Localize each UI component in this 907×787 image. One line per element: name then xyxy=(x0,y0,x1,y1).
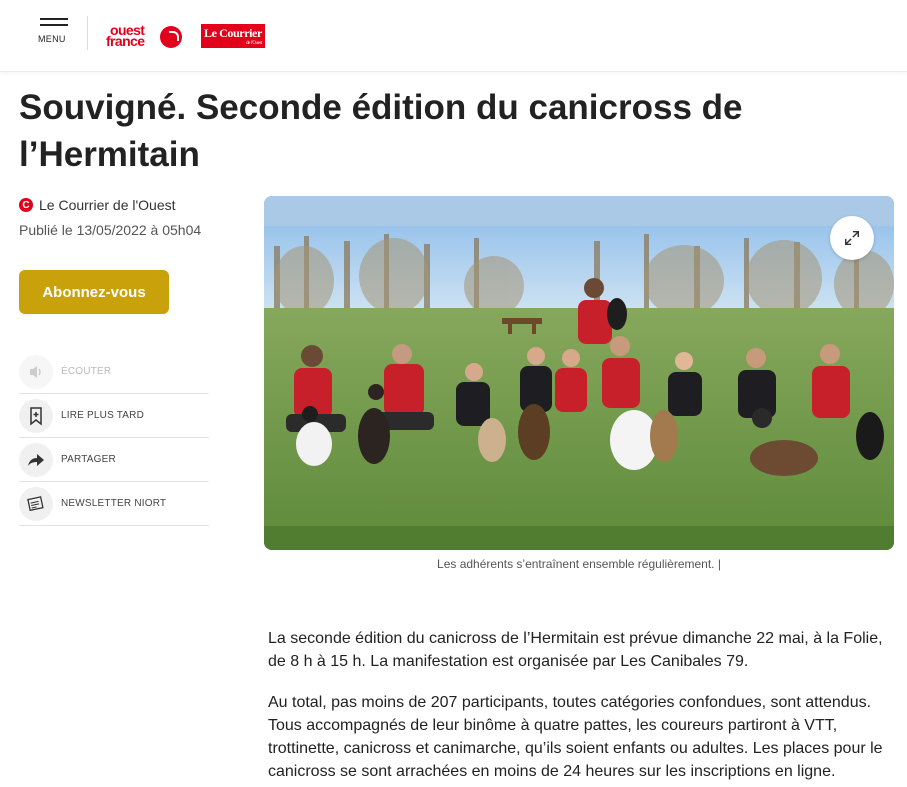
article-photo[interactable] xyxy=(264,196,894,550)
ouest-france-logo[interactable]: ouest france xyxy=(106,23,184,50)
menu-icon xyxy=(40,18,68,20)
site-header: MENU ouest france Le Courrier de l'Ouest xyxy=(0,0,907,72)
source-name: Le Courrier de l'Ouest xyxy=(39,197,176,213)
expand-image-button[interactable] xyxy=(830,216,874,260)
newsletter-icon xyxy=(19,486,53,521)
courrier-de-louest-logo[interactable]: Le Courrier de l'Ouest xyxy=(201,24,265,48)
read-later-label: LIRE PLUS TARD xyxy=(61,410,145,421)
menu-icon-bar xyxy=(40,24,68,26)
listen-button[interactable]: ÉCOUTER xyxy=(19,350,209,394)
article-paragraph: La seconde édition du canicross de l’Her… xyxy=(268,630,883,670)
menu-label: MENU xyxy=(38,34,66,44)
share-button[interactable]: PARTAGER xyxy=(19,438,209,482)
listen-label: ÉCOUTER xyxy=(61,366,112,377)
photo-caption: Les adhérents s’entraînent ensemble régu… xyxy=(437,557,721,571)
logo-text-france: france xyxy=(106,33,145,49)
article-source[interactable]: C Le Courrier de l'Ouest xyxy=(19,197,176,213)
source-logo-icon: C xyxy=(19,198,33,212)
article-body: La seconde édition du canicross de l’Her… xyxy=(268,627,892,787)
menu-button[interactable]: MENU xyxy=(38,18,70,48)
share-icon xyxy=(19,442,53,477)
expand-icon xyxy=(844,230,860,246)
header-divider xyxy=(87,16,88,50)
logo-text-courrier: Le Courrier xyxy=(204,26,262,40)
ouest-france-logo-mark xyxy=(160,26,182,48)
article-paragraph: Au total, pas moins de 207 participants,… xyxy=(268,694,883,780)
article-title: Souvigné. Seconde édition du canicross d… xyxy=(19,88,743,174)
publication-date: Publié le 13/05/2022 à 05h04 xyxy=(19,222,202,238)
newsletter-button[interactable]: NEWSLETTER NIORT xyxy=(19,482,209,526)
canicross-group-photo xyxy=(264,196,894,550)
logo-text-courrier-sub: de l'Ouest xyxy=(246,41,262,46)
audio-icon xyxy=(19,354,53,389)
article-actions: ÉCOUTER LIRE PLUS TARD PARTAGER NEWSLETT… xyxy=(19,350,209,526)
bookmark-add-icon xyxy=(19,398,53,433)
subscribe-button[interactable]: Abonnez-vous xyxy=(19,270,169,314)
newsletter-label: NEWSLETTER NIORT xyxy=(61,498,167,509)
read-later-button[interactable]: LIRE PLUS TARD xyxy=(19,394,209,438)
share-label: PARTAGER xyxy=(61,454,116,465)
